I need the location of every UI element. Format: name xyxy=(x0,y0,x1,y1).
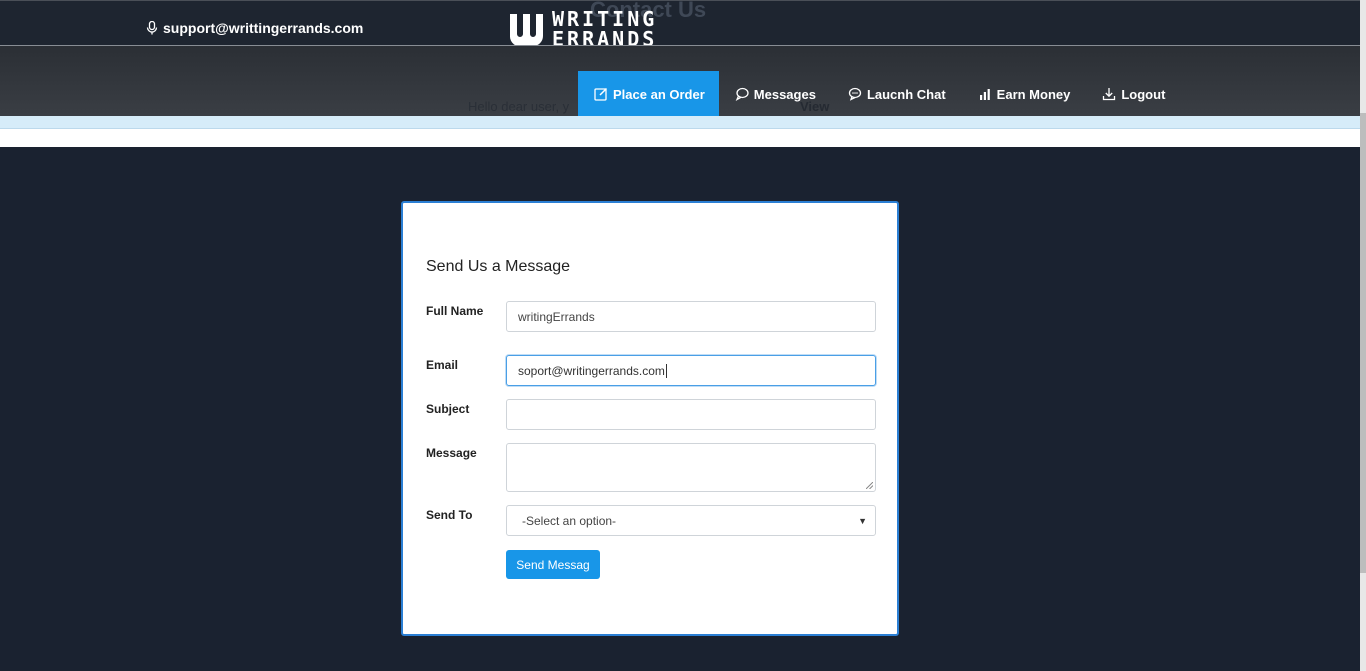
chat-icon xyxy=(848,87,862,101)
subject-input[interactable] xyxy=(506,399,876,430)
contact-form-card: Send Us a Message Full Name writingErran… xyxy=(401,201,899,636)
logo-mark-icon xyxy=(509,14,543,47)
full-name-label: Full Name xyxy=(426,304,484,318)
send-message-button[interactable]: Send Messag xyxy=(506,550,600,579)
nav-item-messages[interactable]: Messages xyxy=(719,71,832,117)
nav-label-launch-chat: Laucnh Chat xyxy=(866,86,946,102)
notice-banner-text: Hello dear user, y xyxy=(468,99,570,114)
subject-label: Subject xyxy=(426,402,470,416)
logo-line-1: WRITING xyxy=(552,7,658,31)
message-label: Message xyxy=(426,446,477,460)
nav-label-messages: Messages xyxy=(753,86,816,102)
bar-chart-icon xyxy=(979,89,990,100)
support-email-text: support@writtingerrands.com xyxy=(163,20,364,36)
text-cursor xyxy=(665,363,667,378)
email-value: soport@writingerrands.com xyxy=(518,363,665,378)
alert-strip xyxy=(0,116,1366,129)
nav-label-earn-money: Earn Money xyxy=(996,86,1071,102)
microphone-icon xyxy=(146,21,158,35)
nav-label-place-order: Place an Order xyxy=(613,86,705,102)
support-email[interactable]: support@writtingerrands.com xyxy=(146,20,363,36)
top-bar: Contact Us support@writtingerrands.com W… xyxy=(0,0,1366,49)
message-textarea[interactable] xyxy=(506,443,876,492)
scrollbar[interactable] xyxy=(1360,0,1366,671)
full-name-value: writingErrands xyxy=(518,309,595,324)
nav-item-logout[interactable]: Logout xyxy=(1086,71,1181,117)
nav-label-logout: Logout xyxy=(1121,86,1166,102)
send-to-select[interactable]: -Select an option- ▼ xyxy=(506,505,876,536)
nav-item-launch-chat[interactable]: Laucnh Chat xyxy=(832,71,962,117)
resize-handle-icon[interactable] xyxy=(866,482,873,489)
chevron-down-icon: ▼ xyxy=(858,515,867,526)
nav-item-earn-money[interactable]: Earn Money xyxy=(962,71,1087,117)
site-logo[interactable]: WRITING ERRANDS xyxy=(508,9,657,49)
email-label: Email xyxy=(426,358,459,372)
nav-menu: Place an Order Messages Laucnh Chat Earn… xyxy=(578,71,1181,117)
download-icon xyxy=(1103,88,1116,101)
main-navbar: Hello dear user, y View Place an Order M… xyxy=(0,45,1366,117)
full-name-input[interactable]: writingErrands xyxy=(506,301,876,332)
send-to-selected: -Select an option- xyxy=(522,513,617,528)
email-input[interactable]: soport@writingerrands.com xyxy=(506,355,876,386)
edit-icon xyxy=(594,87,608,101)
nav-item-place-order[interactable]: Place an Order xyxy=(578,71,719,117)
send-to-label: Send To xyxy=(426,508,473,522)
chat-bubble-icon xyxy=(735,87,749,101)
scrollbar-thumb[interactable] xyxy=(1360,113,1366,573)
form-title: Send Us a Message xyxy=(426,258,571,275)
page-divider xyxy=(0,129,1366,147)
